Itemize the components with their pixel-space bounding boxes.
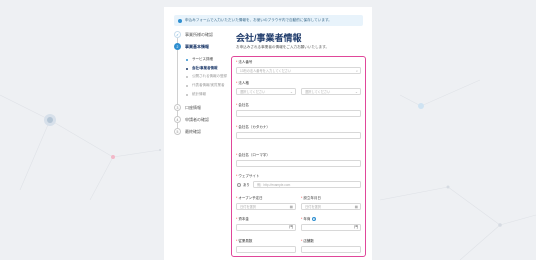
step-4[interactable]: 4 申請者の確認 [174,116,209,123]
step-2[interactable]: 2 事業基本情報 [174,43,209,50]
open-date-input[interactable]: 日付を選択 ▦ [236,203,296,210]
established-input[interactable]: 日付を選択 ▦ [301,203,361,210]
step-1[interactable]: ✓ 事業所様の確認 [174,31,213,38]
company-roman-label: *会社名（ローマ字） [236,153,270,157]
help-icon[interactable]: ? [312,217,317,221]
corp-type-label: *法人格 [236,81,249,85]
capital-input[interactable]: 円 [236,224,296,231]
search-icon[interactable]: ⌕ [356,69,358,73]
step-2-number: 2 [174,43,181,50]
substep-company-info[interactable]: 会社/事業者情報 [186,66,217,71]
substep-service-details[interactable]: サービス詳細 [186,57,213,62]
annual-sales-unit: 円 [354,225,358,229]
calendar-icon: ▦ [289,204,293,209]
website-label: *ウェブサイト [236,174,260,178]
chevron-down-icon: ⌄ [289,89,293,94]
substep-statistics[interactable]: 統計情報 [186,92,206,97]
check-icon: ✓ [174,31,181,38]
annual-sales-input[interactable]: 円 [301,224,361,231]
step-2-label: 事業基本情報 [185,43,209,49]
autosave-notice: 申込みフォームで入力いただいた情報を、お使いのブラウザ内で自動的に保存しています… [174,15,363,26]
corp-number-input[interactable]: 13桁の法人番号を入力してください ⌕ [236,67,361,74]
company-kana-label: *会社名（カタカナ） [236,125,270,129]
info-icon [178,18,182,23]
website-input[interactable]: 例）http://example.com [253,181,361,188]
stores-input[interactable] [301,246,361,253]
step-3[interactable]: 3 口座情報 [174,104,201,111]
substep-representative[interactable]: 代表者情報/実質業者 [186,83,224,88]
corp-type-position-select[interactable]: 選択してください ⌄ [301,88,361,95]
autosave-notice-text: 申込みフォームで入力いただいた情報を、お使いのブラウザ内で自動的に保存しています… [185,18,332,22]
company-name-label: *会社名 [236,103,249,107]
substep-public-info[interactable]: 公開される情報の登録 [186,74,227,79]
employees-input[interactable] [236,246,296,253]
corp-type-select[interactable]: 選択してください ⌄ [236,88,296,95]
step-1-label: 事業所様の確認 [185,31,213,37]
capital-label: *資本金 [236,217,249,221]
page-title: 会社/事業者情報 [236,33,302,43]
website-radio[interactable]: あり [237,182,250,187]
calendar-icon: ▦ [354,204,358,209]
open-date-label: *オープン予定日 [236,196,263,200]
employees-label: *従業員数 [236,239,253,243]
chevron-down-icon: ⌄ [354,89,358,94]
corp-number-label: *法人番号 [236,60,253,64]
company-kana-input[interactable] [236,132,361,139]
company-name-input[interactable] [236,110,361,117]
company-roman-input[interactable] [236,160,361,167]
page-subtitle: お申込みされる事業者の情報をご入力お願いいたします。 [236,45,330,49]
capital-unit: 円 [289,225,293,229]
established-label: *設立年月日 [301,196,321,200]
step-5[interactable]: 5 最終確認 [174,128,201,135]
stores-label: *店舗数 [301,239,314,243]
annual-sales-label: *年商? [301,217,317,221]
